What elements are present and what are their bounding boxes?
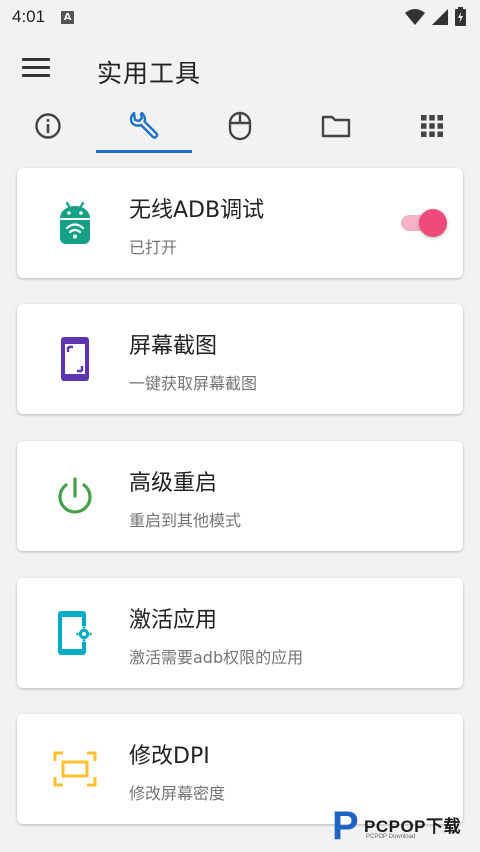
phone-settings-icon <box>51 609 99 657</box>
status-icons <box>405 7 466 26</box>
tab-mouse[interactable] <box>192 100 288 152</box>
folder-icon <box>321 115 351 138</box>
android-wifi-icon <box>51 199 99 247</box>
apps-grid-icon <box>421 115 443 137</box>
screen-dpi-icon <box>51 745 99 793</box>
card-wireless-adb[interactable]: 无线ADB调试 已打开 <box>17 168 463 278</box>
card-subtitle: 修改屏幕密度 <box>129 784 226 803</box>
card-subtitle: 重启到其他模式 <box>129 511 242 530</box>
wireless-adb-toggle[interactable] <box>401 209 447 237</box>
card-title: 无线ADB调试 <box>129 198 265 223</box>
card-screenshot[interactable]: 屏幕截图 一键获取屏幕截图 <box>17 304 463 414</box>
status-bar: 4:01 A <box>0 0 480 34</box>
power-icon <box>51 472 99 520</box>
info-icon <box>35 113 61 139</box>
card-title: 激活应用 <box>129 608 218 633</box>
tab-apps[interactable] <box>384 100 480 152</box>
watermark-subtext: PCPOP Download <box>366 834 416 840</box>
card-title: 屏幕截图 <box>129 334 218 359</box>
battery-icon <box>455 7 466 26</box>
tab-info[interactable] <box>0 100 96 152</box>
card-title: 修改DPI <box>129 744 210 769</box>
page-title: 实用工具 <box>97 59 202 88</box>
a-notification-icon: A <box>61 10 75 24</box>
menu-icon[interactable] <box>22 58 50 82</box>
tab-indicator <box>96 150 192 153</box>
tab-tools[interactable] <box>96 100 192 152</box>
card-subtitle: 已打开 <box>129 238 178 257</box>
screenshot-icon <box>51 335 99 383</box>
tab-bar <box>0 100 480 156</box>
card-advanced-reboot[interactable]: 高级重启 重启到其他模式 <box>17 441 463 551</box>
wrench-icon <box>129 111 159 139</box>
tab-files[interactable] <box>288 100 384 152</box>
watermark: P PCPOP下载 PCPOP Download <box>330 800 480 852</box>
watermark-logo: P <box>332 804 359 848</box>
card-activate-app[interactable]: 激活应用 激活需要adb权限的应用 <box>17 578 463 688</box>
signal-icon <box>432 8 448 25</box>
status-time: 4:01 <box>12 7 46 26</box>
toggle-thumb <box>419 209 447 237</box>
card-subtitle: 激活需要adb权限的应用 <box>129 648 304 667</box>
mouse-icon <box>228 111 252 141</box>
app-bar: 实用工具 <box>0 40 480 100</box>
card-subtitle: 一键获取屏幕截图 <box>129 374 258 393</box>
card-title: 高级重启 <box>129 471 218 496</box>
wifi-icon <box>405 8 425 25</box>
